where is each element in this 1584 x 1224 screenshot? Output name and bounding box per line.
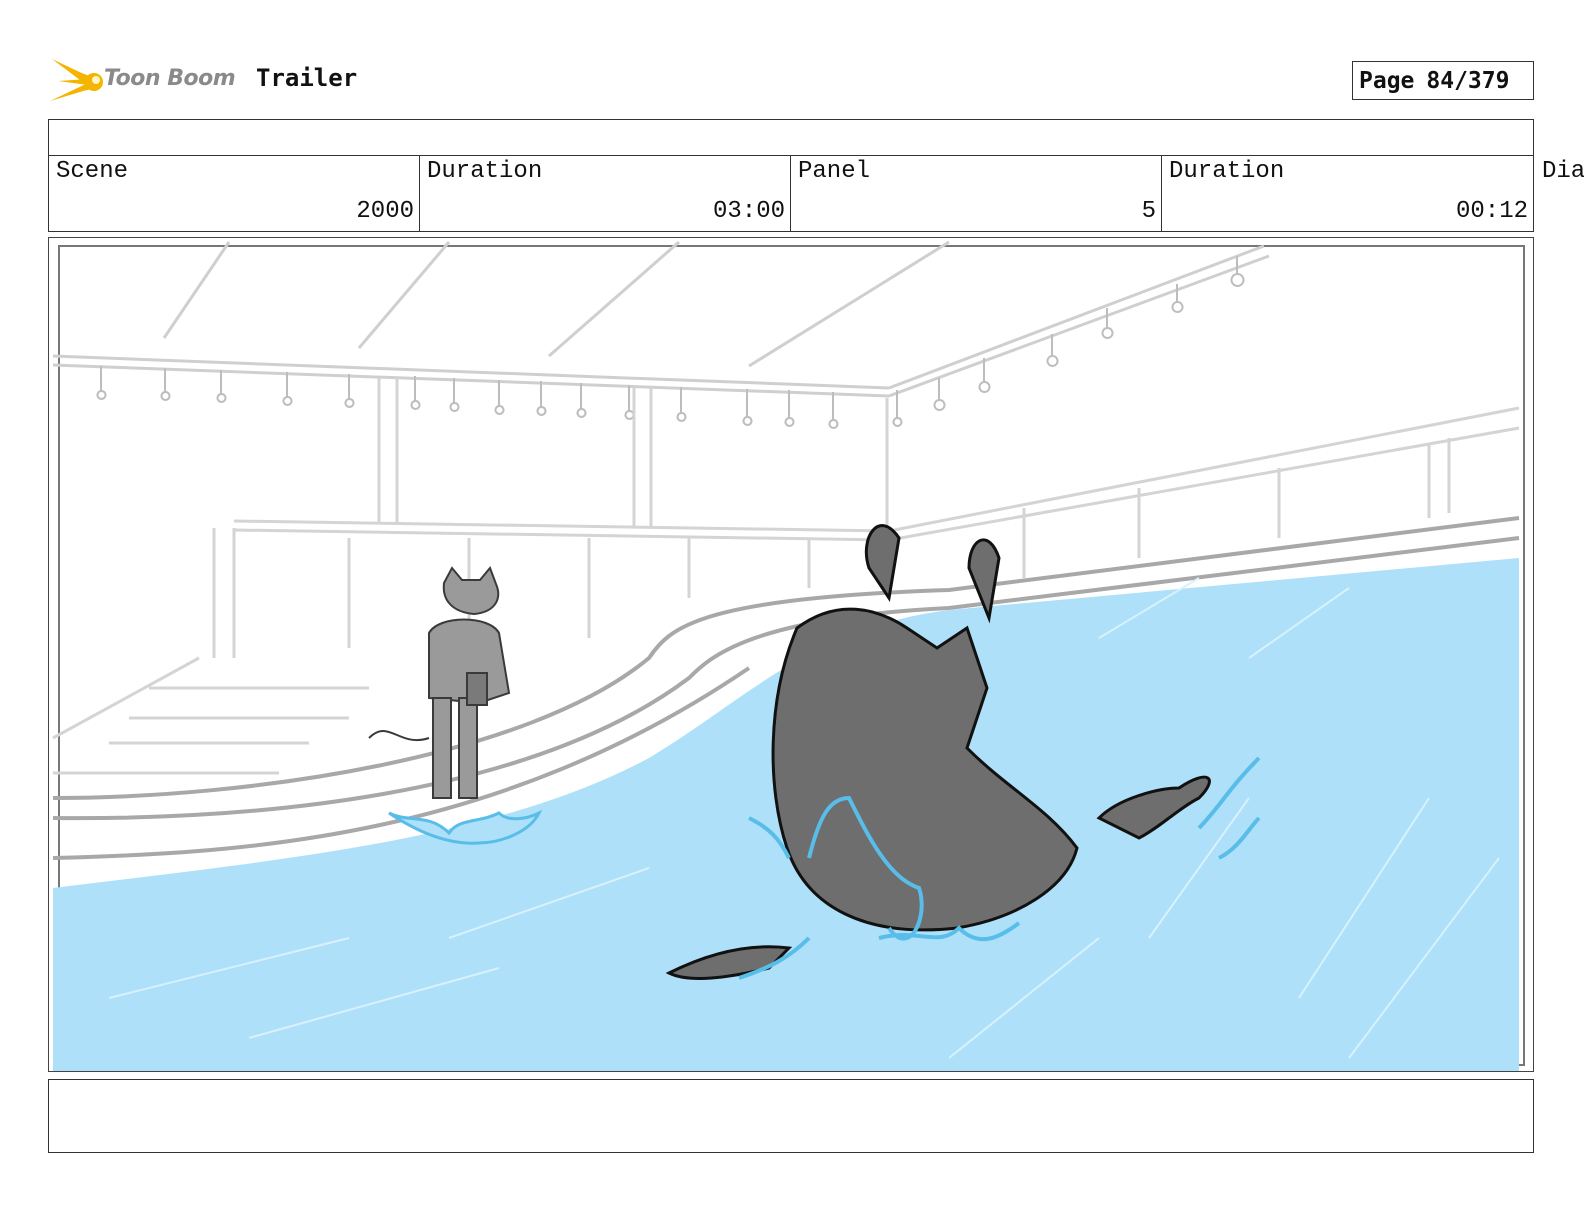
ceiling-lines	[52, 240, 1270, 398]
panel-drawing	[52, 240, 1525, 1071]
scene-label: Scene	[56, 158, 129, 185]
storyboard-panel-image	[48, 237, 1534, 1072]
scene-cell: Scene 2000	[49, 155, 420, 231]
project-title: Trailer	[256, 64, 358, 92]
scene-duration-cell: Duration 03:00	[420, 155, 791, 231]
header-band	[48, 119, 1534, 156]
ceiling-lights	[96, 256, 1245, 429]
scene-duration-value: 03:00	[712, 198, 785, 225]
panel-label: Panel	[798, 158, 871, 185]
panel-cell: Panel 5	[791, 155, 1162, 231]
panel-duration-value: 00:12	[1455, 198, 1528, 225]
panel-info-row: Scene 2000 Duration 03:00 Panel 5 Durati…	[48, 155, 1534, 232]
page-label: Page	[1359, 67, 1415, 94]
scene-duration-label: Duration	[427, 158, 543, 185]
scene-value: 2000	[356, 198, 414, 225]
dialogue-notes-box	[48, 1079, 1534, 1153]
page-indicator: Page 84/379	[1352, 61, 1534, 100]
panel-value: 5	[1141, 198, 1156, 225]
page-number: 84/379	[1426, 67, 1510, 94]
panel-duration-label: Duration	[1169, 158, 1285, 185]
dialogue-label-overflow: Dia	[1542, 158, 1584, 185]
panel-duration-cell: Duration 00:12	[1162, 155, 1533, 231]
logo-text: Toon Boom	[104, 66, 236, 91]
